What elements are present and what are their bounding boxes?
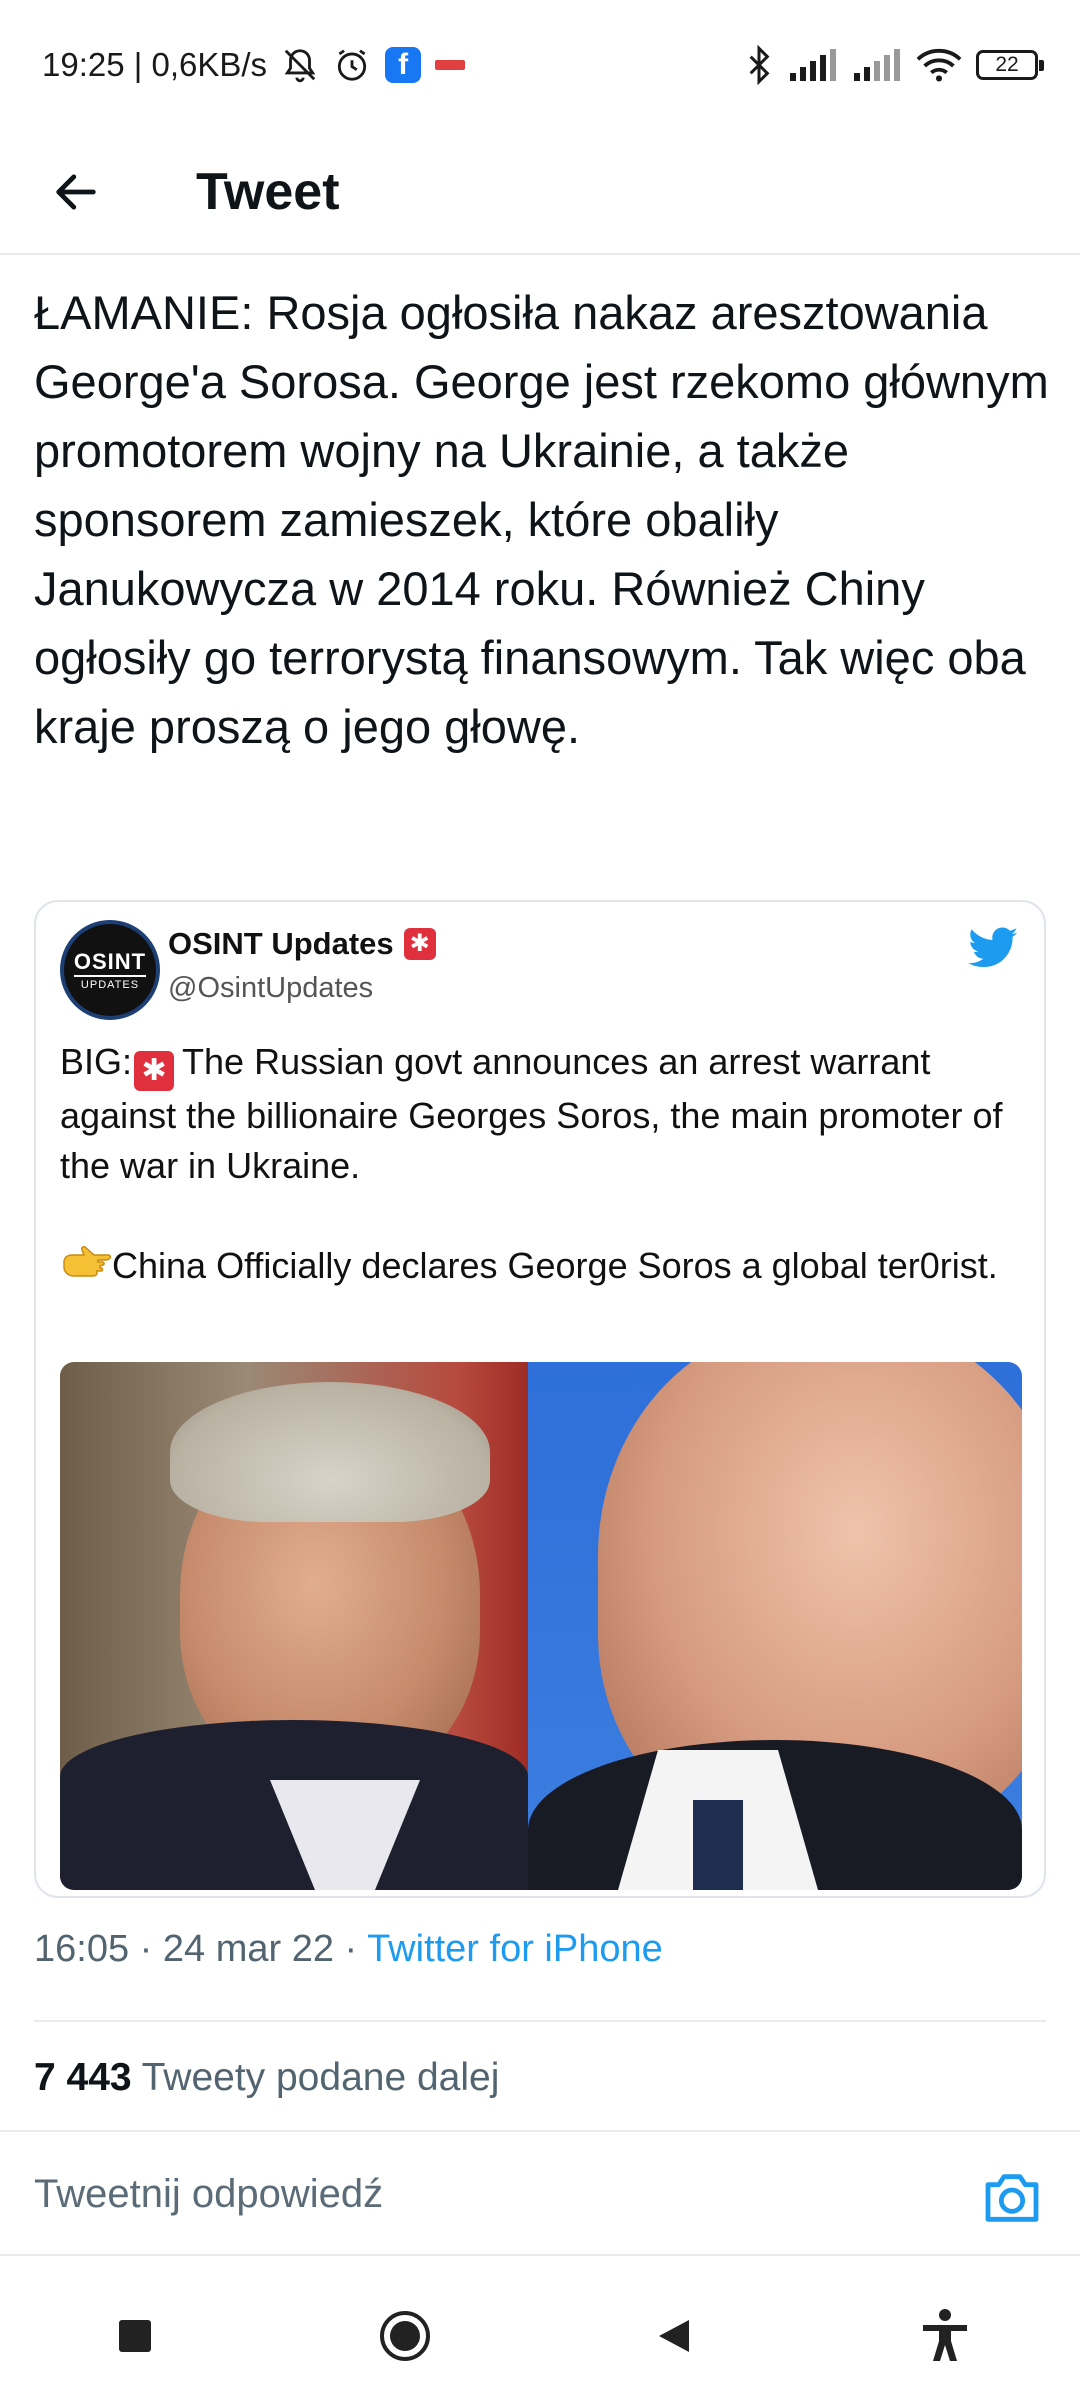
quoted-tweet-card[interactable]: OSINT UPDATES OSINT Updates ✱ @OsintUpda…: [34, 900, 1046, 1898]
signal-icon: [788, 47, 838, 83]
home-button[interactable]: [365, 2296, 445, 2376]
tweet-source-link[interactable]: Twitter for iPhone: [367, 1928, 663, 1970]
pointing-hand-icon: [63, 1246, 112, 1277]
tweet-date: 24 mar 22: [162, 1928, 334, 1970]
twitter-bird-icon: [968, 927, 1018, 968]
bluetooth-icon: [744, 45, 774, 85]
signal-2-icon: [852, 47, 902, 83]
notification-badge-icon: [435, 60, 466, 70]
camera-icon[interactable]: [980, 2166, 1044, 2230]
status-bar: 19:25 | 0,6KB/s f 22: [0, 0, 1080, 130]
quoted-para-2: China Officially declares George Soros a…: [60, 1241, 1020, 1291]
accessibility-button[interactable]: [905, 2296, 985, 2376]
accessibility-icon: [923, 2309, 967, 2361]
avatar[interactable]: OSINT UPDATES: [60, 920, 160, 1020]
status-time: 19:25 | 0,6KB/s: [42, 46, 268, 83]
photo-right: [528, 1362, 1022, 1890]
status-left: 19:25 | 0,6KB/s f: [42, 46, 466, 84]
recents-button[interactable]: [95, 2296, 175, 2376]
divider: [0, 2130, 1080, 2132]
quoted-prefix: BIG:: [60, 1041, 133, 1082]
quoted-tweet-image[interactable]: [60, 1362, 1022, 1890]
circle-icon: [380, 2311, 430, 2361]
back-button[interactable]: [38, 154, 114, 230]
back-nav-button[interactable]: [635, 2296, 715, 2376]
battery-icon: 22: [976, 50, 1044, 80]
quoted-text-1: The Russian govt announces an arrest war…: [60, 1041, 1003, 1186]
divider: [0, 2254, 1080, 2256]
retweet-label: Tweety podane dalej: [141, 2056, 500, 2099]
avatar-sublabel: UPDATES: [80, 979, 140, 991]
quoted-para-1: BIG: ✱ The Russian govt announces an arres…: [60, 1037, 1020, 1191]
facebook-icon: f: [385, 47, 422, 83]
retweet-stats[interactable]: 7 443 Tweety podane dalej: [34, 2056, 499, 2100]
divider: [34, 2020, 1046, 2022]
photo-left: [60, 1362, 528, 1890]
tweet-text: ŁAMANIE: Rosja ogłosiła nakaz aresztowan…: [34, 286, 1049, 753]
arrow-left-icon: [56, 173, 96, 210]
triangle-back-icon: [659, 2320, 689, 2352]
wifi-icon: [916, 47, 962, 83]
reply-input[interactable]: Tweetnij odpowiedź: [34, 2172, 383, 2217]
tweet-meta: 16:05 · 24 mar 22 · Twitter for iPhone: [34, 1928, 663, 1970]
siren-icon: ✱: [134, 1051, 175, 1091]
system-nav-bar: [0, 2272, 1080, 2400]
author-name-text: OSINT Updates: [168, 926, 394, 961]
alarm-icon: [333, 46, 371, 84]
avatar-label: OSINT: [73, 949, 147, 977]
bell-muted-icon: [281, 46, 319, 84]
retweet-count: 7 443: [34, 2056, 132, 2099]
top-app-bar: Tweet: [0, 130, 1080, 255]
quoted-tweet-text: BIG: ✱ The Russian govt announces an arres…: [60, 1037, 1020, 1291]
page-title: Tweet: [196, 162, 340, 221]
siren-icon: ✱: [403, 928, 436, 960]
quoted-text-2: China Officially declares George Soros a…: [112, 1245, 998, 1286]
square-icon: [119, 2320, 151, 2352]
tweet-time: 16:05: [34, 1928, 130, 1970]
quoted-author-name[interactable]: OSINT Updates ✱: [168, 926, 436, 962]
quoted-author-handle[interactable]: @OsintUpdates: [168, 972, 373, 1005]
status-right: 22: [744, 45, 1044, 85]
